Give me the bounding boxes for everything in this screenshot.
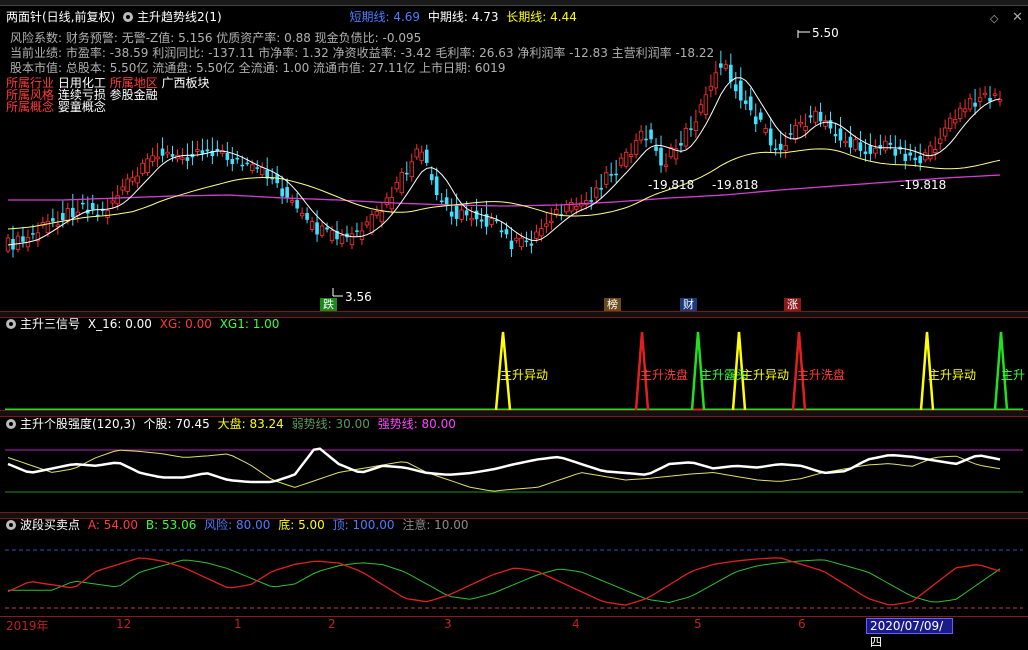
market-strength-line xyxy=(7,449,1001,492)
time-axis-label: 2019年 xyxy=(6,619,49,633)
time-axis-label: 3 xyxy=(444,617,452,631)
b-line xyxy=(8,559,1001,604)
market-strength: 大盘: 83.24 xyxy=(217,417,284,431)
short-term-line xyxy=(7,77,1001,246)
signal-label: 主升异动 xyxy=(741,368,790,382)
signal-label: 主升洗盘 xyxy=(640,368,689,382)
signal-label: 主升 xyxy=(1001,368,1026,382)
time-axis-label: 5 xyxy=(694,617,702,631)
candlestick-chart[interactable] xyxy=(0,0,1028,316)
low-price-label: 3.56 xyxy=(345,290,372,304)
long-term-line xyxy=(8,174,1001,207)
candles xyxy=(5,50,1003,258)
mid-term-line xyxy=(7,148,1001,230)
stock-strength: 个股: 70.45 xyxy=(143,417,210,431)
level-label-3: -19.818 xyxy=(900,178,947,192)
current-date: 2020/07/09/四 xyxy=(866,618,953,649)
signal-label: 主升异动 xyxy=(928,368,977,382)
strength-chart[interactable] xyxy=(0,430,1028,515)
settings-gear-icon[interactable] xyxy=(6,520,16,530)
a-line xyxy=(7,557,1001,606)
strong-line-value: 强势线: 80.00 xyxy=(377,417,456,431)
time-axis-label: 1 xyxy=(234,617,242,631)
time-axis[interactable]: 2019年 12 1 2 3 4 5 6 2020/07/09/四 xyxy=(0,616,1028,649)
level-label-2: -19.818 xyxy=(712,178,759,192)
settings-gear-icon[interactable] xyxy=(6,419,16,429)
time-axis-label: 12 xyxy=(116,617,132,631)
rise-badge[interactable]: 涨 xyxy=(784,298,801,312)
fall-badge[interactable]: 跌 xyxy=(320,298,337,312)
finance-badge[interactable]: 财 xyxy=(680,298,697,312)
indicator-name[interactable]: 主升个股强度(120,3) xyxy=(20,417,136,431)
time-axis-label: 4 xyxy=(572,617,580,631)
signal-label: 主升异动 xyxy=(500,368,549,382)
signal-label: 主升洗盘 xyxy=(797,368,846,382)
time-axis-label: 6 xyxy=(798,617,806,631)
level-label-1: -19.818 xyxy=(648,178,695,192)
high-price-label: 5.50 xyxy=(812,26,839,40)
time-axis-label: 2 xyxy=(328,617,336,631)
band-chart[interactable] xyxy=(0,530,1028,616)
weak-line-value: 弱势线: 30.00 xyxy=(291,417,370,431)
ranking-badge[interactable]: 榜 xyxy=(604,298,621,312)
